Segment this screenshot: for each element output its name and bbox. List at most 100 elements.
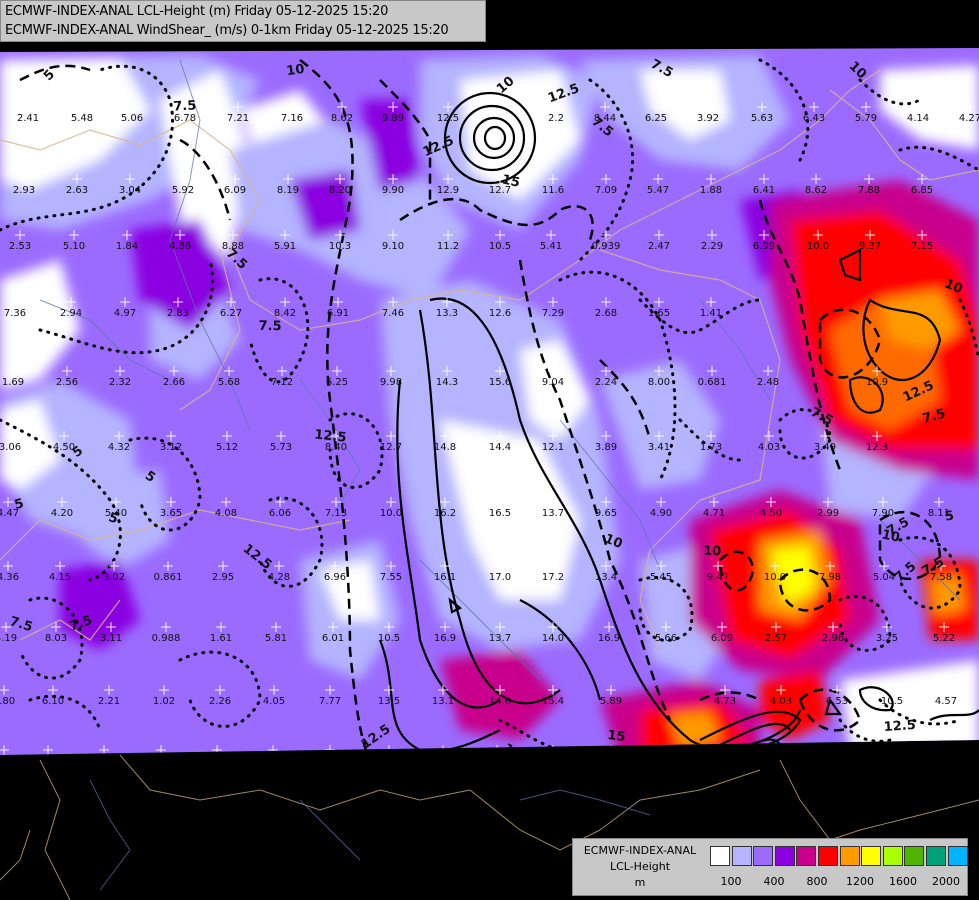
station-value: 3.11 — [100, 633, 122, 644]
station-value: 14.6 — [489, 696, 511, 707]
station-value: 6.09 — [224, 185, 246, 196]
station-value: 7.46 — [382, 308, 404, 319]
station-value: 2.93 — [13, 185, 35, 196]
station-value: 1.61 — [210, 633, 232, 644]
station-value: 7.29 — [542, 308, 564, 319]
station-value: 13.5 — [378, 696, 400, 707]
legend-caption: ECMWF-INDEX-ANAL LCL-Height m — [575, 843, 705, 891]
station-value: 0.988 — [152, 633, 181, 644]
station-value: 4.97 — [114, 308, 136, 319]
station-value: 5.22 — [933, 633, 955, 644]
station-value: 8.62 — [805, 185, 827, 196]
station-value: 16.5 — [489, 508, 511, 519]
station-value: 2.94 — [60, 308, 82, 319]
station-value: 4.15 — [49, 572, 71, 583]
station-value: 8.42 — [274, 308, 296, 319]
legend-model: ECMWF-INDEX-ANAL — [583, 844, 697, 857]
station-value: 6.27 — [220, 308, 242, 319]
station-value: 9.04 — [542, 377, 564, 388]
contour-label: 10 — [703, 544, 722, 560]
legend-unit: m — [634, 876, 646, 889]
station-value: 10.9 — [866, 377, 888, 388]
station-value: 14.8 — [434, 442, 456, 453]
station-value: 1.88 — [700, 185, 722, 196]
station-value: 7.12 — [271, 377, 293, 388]
station-value: 16.1 — [434, 572, 456, 583]
station-value: 7.90 — [872, 508, 894, 519]
station-value: 3.92 — [697, 113, 719, 124]
station-value: 1.69 — [2, 377, 24, 388]
station-value: 16.9 — [598, 633, 620, 644]
station-value: 2.41 — [17, 113, 39, 124]
station-value: 7.55 — [380, 572, 402, 583]
station-value: 15.6 — [489, 377, 511, 388]
weather-map: 2.41 5.48 5.06 6.78 7.21 7.16 8.62 9.89 12.5 2.2 8… — [0, 0, 979, 900]
station-value: 12.1 — [542, 442, 564, 453]
station-value: 10.0 — [380, 508, 402, 519]
station-value: 0.681 — [698, 377, 727, 388]
station-value: 8.03 — [45, 633, 67, 644]
station-value: 6.10 — [42, 696, 64, 707]
contour-label: 12.5 — [883, 718, 916, 735]
station-value: 4.90 — [650, 508, 672, 519]
station-value: 7.16 — [281, 113, 303, 124]
station-value: 1.02 — [153, 696, 175, 707]
legend-tick-label: 1200 — [846, 875, 874, 888]
station-value: 10.5 — [489, 241, 511, 252]
title-box: ECMWF-INDEX-ANAL LCL-Height (m) Friday 0… — [0, 0, 486, 42]
station-value: 9.89 — [382, 113, 404, 124]
station-value: 6.06 — [269, 508, 291, 519]
station-value: 5.48 — [71, 113, 93, 124]
station-value: 6.99 — [753, 241, 775, 252]
station-value: 2.48 — [757, 377, 779, 388]
legend-swatch — [817, 846, 838, 866]
station-value: 13.7 — [542, 508, 564, 519]
station-value: 5.45 — [650, 572, 672, 583]
station-value: 4.32 — [108, 442, 130, 453]
legend-tick-label: 1600 — [889, 875, 917, 888]
title-lcl-height: ECMWF-INDEX-ANAL LCL-Height (m) Friday 0… — [5, 4, 389, 19]
station-value: 6.91 — [327, 308, 349, 319]
station-value: 12.6 — [489, 308, 511, 319]
station-value: 9.10 — [382, 241, 404, 252]
legend-swatch — [925, 846, 946, 866]
legend-swatch — [947, 846, 968, 866]
station-value: 5.63 — [751, 113, 773, 124]
station-value: 3.41 — [648, 442, 670, 453]
station-value: 4.73 — [714, 696, 736, 707]
station-value: 6.09 — [711, 633, 733, 644]
station-value: 7.15 — [911, 241, 933, 252]
legend-swatches — [710, 846, 969, 866]
contour-label: 10 — [286, 62, 306, 79]
legend-swatch — [882, 846, 903, 866]
station-value: 2.99 — [817, 508, 839, 519]
station-value: 8.62 — [331, 113, 353, 124]
station-value: 1.41 — [700, 308, 722, 319]
station-value: 5.47 — [647, 185, 669, 196]
station-value: 3.49 — [814, 442, 836, 453]
station-value: 2.66 — [163, 377, 185, 388]
legend-swatch — [710, 846, 730, 866]
station-value: 7.13 — [325, 508, 347, 519]
station-value: 7.88 — [858, 185, 880, 196]
station-value: 2.63 — [66, 185, 88, 196]
station-value: 3.25 — [876, 633, 898, 644]
contour-label: 7.5 — [258, 319, 281, 334]
station-value: 11.6 — [542, 185, 564, 196]
station-value: 10.0 — [807, 241, 829, 252]
legend-tick-label: 2000 — [932, 875, 960, 888]
station-value: 3.89 — [595, 442, 617, 453]
station-value: 9.47 — [707, 572, 729, 583]
station-value: 3.04 — [119, 185, 141, 196]
legend-swatch — [861, 846, 882, 866]
station-value: 3.06 — [0, 442, 21, 453]
station-value: 0.939 — [592, 241, 621, 252]
station-value: 5.66 — [655, 633, 677, 644]
title-windshear: ECMWF-INDEX-ANAL WindShear_ (m/s) 0-1km … — [5, 23, 449, 38]
station-value: 2.21 — [98, 696, 120, 707]
station-value: 4.03 — [770, 696, 792, 707]
station-value: 12.5 — [437, 113, 459, 124]
station-value: 3.65 — [160, 508, 182, 519]
station-value: 4.05 — [263, 696, 285, 707]
station-value: 0.861 — [154, 572, 183, 583]
